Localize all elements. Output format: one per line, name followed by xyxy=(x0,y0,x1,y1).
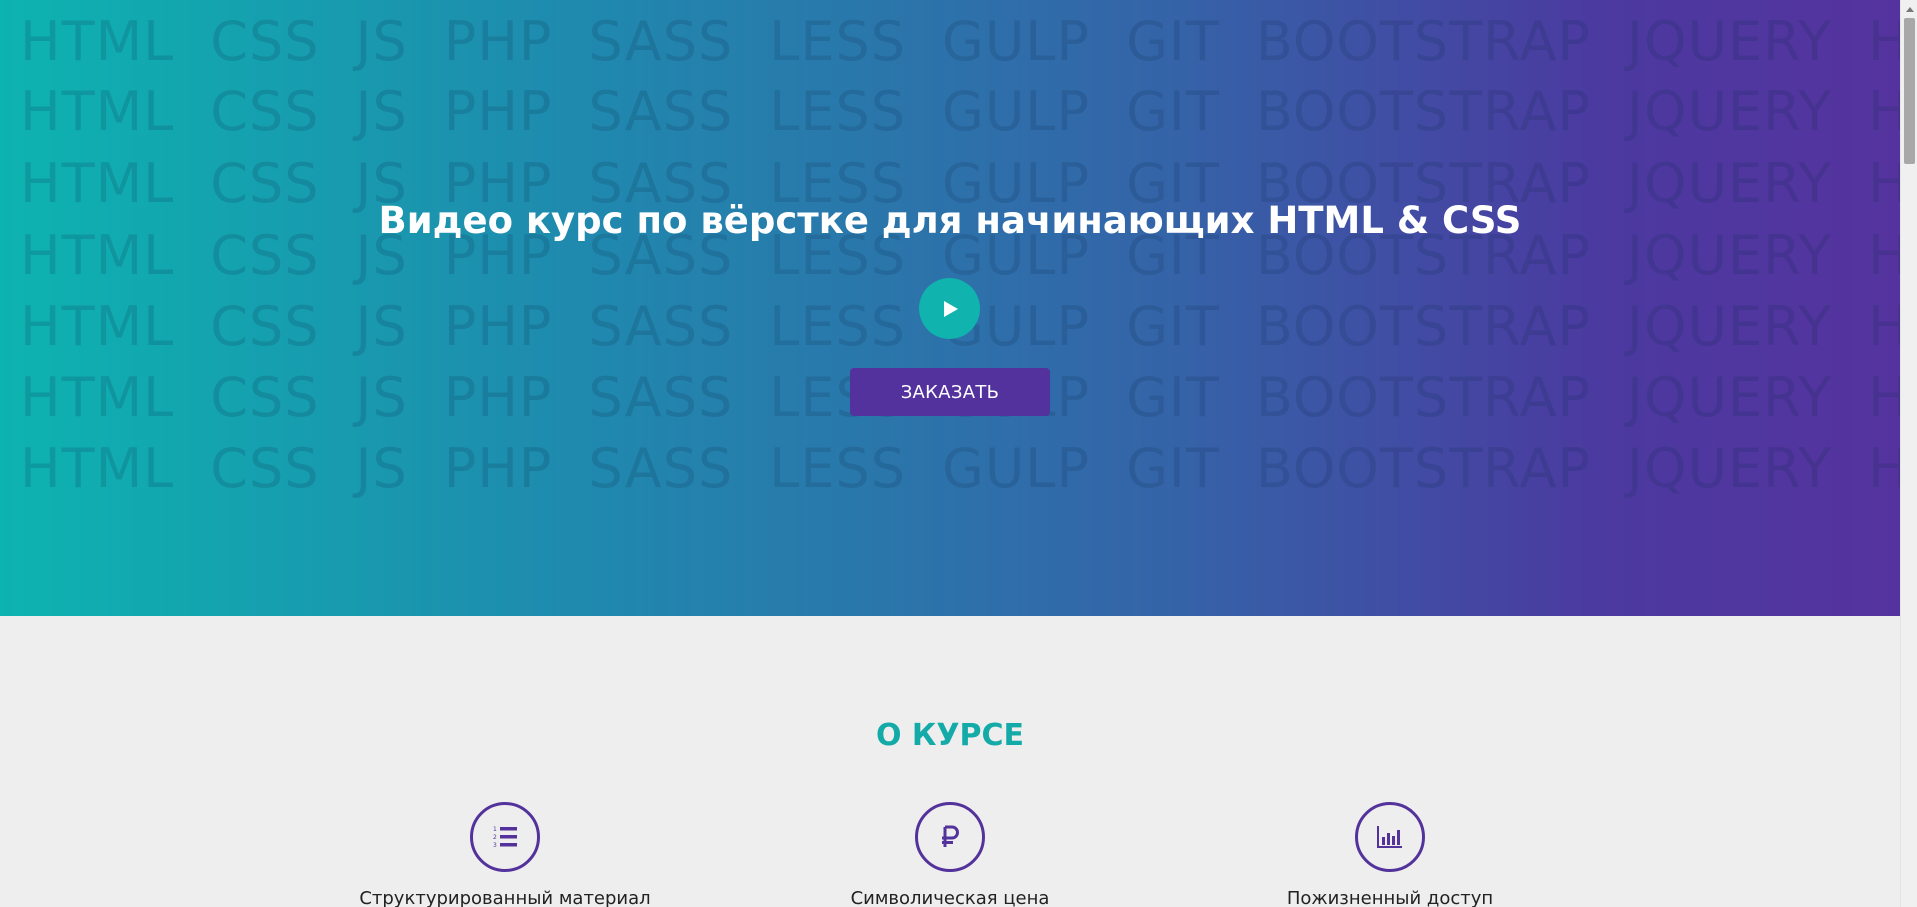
background-word: GULP xyxy=(942,80,1091,143)
background-word: GULP xyxy=(942,437,1091,500)
background-word: JQUERY xyxy=(1627,10,1833,73)
background-word: BOOTSTRAP xyxy=(1255,80,1592,143)
background-word: GIT xyxy=(1126,366,1220,429)
background-word: BOOTSTRAP xyxy=(1255,10,1592,73)
background-word: JQUERY xyxy=(1627,366,1833,429)
background-word: HTML xyxy=(20,10,175,73)
play-button[interactable] xyxy=(919,278,980,339)
background-word: HTML xyxy=(1868,437,1900,500)
background-word: BOOTSTRAP xyxy=(1255,437,1592,500)
background-word: SASS xyxy=(588,295,734,358)
feature-label: Пожизненный доступ xyxy=(1286,888,1494,907)
background-word-row: HTML CSS JS PHP SASS LESS GULP GIT BOOTSTRAP JQUE… xyxy=(20,437,1900,507)
background-word: HTML xyxy=(1868,10,1900,73)
numbered-list-icon: 1 2 3 xyxy=(470,802,540,872)
background-word: HTML xyxy=(1868,80,1900,143)
background-word: PHP xyxy=(443,80,553,143)
background-word: JS xyxy=(355,295,408,358)
feature-structured-material: 1 2 3 Структурированный материал xyxy=(305,802,705,907)
scrollbar-thumb[interactable] xyxy=(1904,18,1915,164)
background-word: GIT xyxy=(1126,295,1220,358)
vertical-scrollbar[interactable] xyxy=(1900,0,1917,907)
background-word: JS xyxy=(355,10,408,73)
background-word: PHP xyxy=(443,366,553,429)
hero-section: HTML CSS JS PHP SASS LESS GULP GIT BOOTSTRAP JQUE… xyxy=(0,0,1900,616)
background-word: HTML xyxy=(20,437,175,500)
background-word: JQUERY xyxy=(1627,80,1833,143)
background-word-row: HTML CSS JS PHP SASS LESS GULP GIT BOOTSTRAP JQUE… xyxy=(20,80,1900,150)
background-word: CSS xyxy=(210,366,320,429)
background-word: PHP xyxy=(443,10,553,73)
background-word: CSS xyxy=(210,437,320,500)
page: HTML CSS JS PHP SASS LESS GULP GIT BOOTSTRAP JQUE… xyxy=(0,0,1900,907)
feature-symbolic-price: Символическая цена xyxy=(750,802,1150,907)
bar-chart-icon xyxy=(1355,802,1425,872)
background-word: SASS xyxy=(588,437,734,500)
svg-text:3: 3 xyxy=(493,842,497,849)
background-word-row: HTML CSS JS PHP SASS LESS GULP GIT BOOTSTRAP JQUE… xyxy=(20,10,1900,80)
background-word: HTML xyxy=(1868,366,1900,429)
order-button[interactable]: ЗАКАЗАТЬ xyxy=(850,368,1050,416)
background-word: LESS xyxy=(769,295,907,358)
background-word: CSS xyxy=(210,10,320,73)
background-word: LESS xyxy=(769,437,907,500)
background-word: BOOTSTRAP xyxy=(1255,295,1592,358)
ruble-icon xyxy=(915,802,985,872)
background-word: SASS xyxy=(588,80,734,143)
background-word: JS xyxy=(355,80,408,143)
background-word: GIT xyxy=(1126,80,1220,143)
background-word: LESS xyxy=(769,80,907,143)
background-word: PHP xyxy=(443,295,553,358)
svg-text:1: 1 xyxy=(493,826,497,833)
scroll-up-arrow-icon[interactable] xyxy=(1901,0,1917,17)
hero-title: Видео курс по вёрстке для начинающих HTM… xyxy=(378,199,1522,242)
background-word: HTML xyxy=(20,295,175,358)
background-word: LESS xyxy=(769,10,907,73)
about-section: О КУРСЕ 1 2 3 Структурированный материал xyxy=(0,616,1900,907)
background-word: HTML xyxy=(20,80,175,143)
feature-label: Структурированный материал xyxy=(359,888,651,907)
background-word: SASS xyxy=(588,366,734,429)
background-word: CSS xyxy=(210,295,320,358)
background-word: PHP xyxy=(443,437,553,500)
background-word: GIT xyxy=(1126,10,1220,73)
background-word: JS xyxy=(355,437,408,500)
background-word: HTML xyxy=(1868,295,1900,358)
background-word: JS xyxy=(355,366,408,429)
feature-lifetime-access: Пожизненный доступ xyxy=(1190,802,1590,907)
background-word: GIT xyxy=(1126,437,1220,500)
background-word: GULP xyxy=(942,10,1091,73)
about-title: О КУРСЕ xyxy=(875,718,1025,753)
background-word: SASS xyxy=(588,10,734,73)
background-word: JQUERY xyxy=(1627,295,1833,358)
background-word: JQUERY xyxy=(1627,437,1833,500)
svg-text:2: 2 xyxy=(493,834,497,841)
background-word: BOOTSTRAP xyxy=(1255,366,1592,429)
feature-label: Символическая цена xyxy=(850,888,1050,907)
play-icon xyxy=(943,300,958,317)
background-word: CSS xyxy=(210,80,320,143)
background-word: HTML xyxy=(20,366,175,429)
